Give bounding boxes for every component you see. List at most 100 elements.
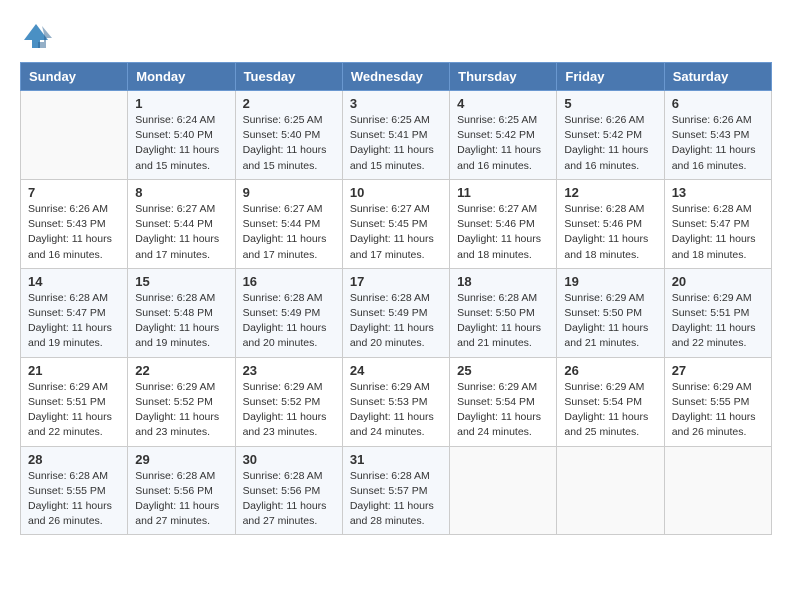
calendar-cell: 17 Sunrise: 6:28 AMSunset: 5:49 PMDayligh…	[342, 268, 449, 357]
calendar-cell	[557, 446, 664, 535]
calendar-cell: 27 Sunrise: 6:29 AMSunset: 5:55 PMDayligh…	[664, 357, 771, 446]
day-number: 22	[135, 363, 227, 378]
day-number: 2	[243, 96, 335, 111]
calendar-week-2: 7 Sunrise: 6:26 AMSunset: 5:43 PMDaylight…	[21, 179, 772, 268]
day-number: 9	[243, 185, 335, 200]
calendar-cell: 10 Sunrise: 6:27 AMSunset: 5:45 PMDayligh…	[342, 179, 449, 268]
day-number: 19	[564, 274, 656, 289]
calendar-cell: 31 Sunrise: 6:28 AMSunset: 5:57 PMDayligh…	[342, 446, 449, 535]
calendar-cell	[664, 446, 771, 535]
header-cell-thursday: Thursday	[450, 63, 557, 91]
calendar-cell	[450, 446, 557, 535]
calendar-cell: 13 Sunrise: 6:28 AMSunset: 5:47 PMDayligh…	[664, 179, 771, 268]
day-info: Sunrise: 6:29 AMSunset: 5:52 PMDaylight:…	[135, 380, 227, 441]
day-info: Sunrise: 6:28 AMSunset: 5:49 PMDaylight:…	[243, 291, 335, 352]
calendar-cell: 28 Sunrise: 6:28 AMSunset: 5:55 PMDayligh…	[21, 446, 128, 535]
day-number: 16	[243, 274, 335, 289]
header-cell-wednesday: Wednesday	[342, 63, 449, 91]
day-info: Sunrise: 6:25 AMSunset: 5:41 PMDaylight:…	[350, 113, 442, 174]
day-info: Sunrise: 6:28 AMSunset: 5:49 PMDaylight:…	[350, 291, 442, 352]
day-info: Sunrise: 6:28 AMSunset: 5:48 PMDaylight:…	[135, 291, 227, 352]
header-cell-friday: Friday	[557, 63, 664, 91]
calendar-cell: 4 Sunrise: 6:25 AMSunset: 5:42 PMDaylight…	[450, 91, 557, 180]
day-info: Sunrise: 6:29 AMSunset: 5:51 PMDaylight:…	[28, 380, 120, 441]
day-info: Sunrise: 6:28 AMSunset: 5:50 PMDaylight:…	[457, 291, 549, 352]
calendar-cell: 18Sunrise: 6:28 AMSunset: 5:50 PMDayligh…	[450, 268, 557, 357]
day-number: 21	[28, 363, 120, 378]
day-info: Sunrise: 6:28 AMSunset: 5:47 PMDaylight:…	[28, 291, 120, 352]
day-number: 3	[350, 96, 442, 111]
day-number: 20	[672, 274, 764, 289]
calendar-cell: 25 Sunrise: 6:29 AMSunset: 5:54 PMDayligh…	[450, 357, 557, 446]
day-info: Sunrise: 6:29 AMSunset: 5:50 PMDaylight:…	[564, 291, 656, 352]
day-number: 13	[672, 185, 764, 200]
day-number: 4	[457, 96, 549, 111]
calendar-cell: 22 Sunrise: 6:29 AMSunset: 5:52 PMDayligh…	[128, 357, 235, 446]
calendar-cell	[21, 91, 128, 180]
calendar-cell: 7 Sunrise: 6:26 AMSunset: 5:43 PMDaylight…	[21, 179, 128, 268]
day-number: 25	[457, 363, 549, 378]
day-number: 11	[457, 185, 549, 200]
day-info: Sunrise: 6:27 AMSunset: 5:45 PMDaylight:…	[350, 202, 442, 263]
day-info: Sunrise: 6:28 AMSunset: 5:56 PMDaylight:…	[243, 469, 335, 530]
day-info: Sunrise: 6:25 AMSunset: 5:42 PMDaylight:…	[457, 113, 549, 174]
day-number: 26	[564, 363, 656, 378]
header-row: SundayMondayTuesdayWednesdayThursdayFrid…	[21, 63, 772, 91]
day-info: Sunrise: 6:27 AMSunset: 5:46 PMDaylight:…	[457, 202, 549, 263]
day-info: Sunrise: 6:27 AMSunset: 5:44 PMDaylight:…	[135, 202, 227, 263]
day-number: 23	[243, 363, 335, 378]
day-number: 24	[350, 363, 442, 378]
calendar-cell: 30 Sunrise: 6:28 AMSunset: 5:56 PMDayligh…	[235, 446, 342, 535]
day-number: 6	[672, 96, 764, 111]
calendar-table: SundayMondayTuesdayWednesdayThursdayFrid…	[20, 62, 772, 535]
day-info: Sunrise: 6:28 AMSunset: 5:47 PMDaylight:…	[672, 202, 764, 263]
calendar-cell: 16 Sunrise: 6:28 AMSunset: 5:49 PMDayligh…	[235, 268, 342, 357]
calendar-cell: 14Sunrise: 6:28 AMSunset: 5:47 PMDayligh…	[21, 268, 128, 357]
calendar-cell: 9 Sunrise: 6:27 AMSunset: 5:44 PMDaylight…	[235, 179, 342, 268]
day-number: 15	[135, 274, 227, 289]
day-number: 30	[243, 452, 335, 467]
calendar-cell: 12Sunrise: 6:28 AMSunset: 5:46 PMDayligh…	[557, 179, 664, 268]
header-cell-monday: Monday	[128, 63, 235, 91]
day-info: Sunrise: 6:29 AMSunset: 5:54 PMDaylight:…	[457, 380, 549, 441]
day-number: 5	[564, 96, 656, 111]
calendar-cell: 29Sunrise: 6:28 AMSunset: 5:56 PMDayligh…	[128, 446, 235, 535]
day-number: 8	[135, 185, 227, 200]
day-info: Sunrise: 6:28 AMSunset: 5:57 PMDaylight:…	[350, 469, 442, 530]
header-cell-tuesday: Tuesday	[235, 63, 342, 91]
calendar-cell: 20 Sunrise: 6:29 AMSunset: 5:51 PMDayligh…	[664, 268, 771, 357]
calendar-week-1: 1 Sunrise: 6:24 AMSunset: 5:40 PMDaylight…	[21, 91, 772, 180]
calendar-cell: 6 Sunrise: 6:26 AMSunset: 5:43 PMDaylight…	[664, 91, 771, 180]
day-info: Sunrise: 6:28 AMSunset: 5:55 PMDaylight:…	[28, 469, 120, 530]
calendar-cell: 2 Sunrise: 6:25 AMSunset: 5:40 PMDaylight…	[235, 91, 342, 180]
day-number: 10	[350, 185, 442, 200]
day-info: Sunrise: 6:25 AMSunset: 5:40 PMDaylight:…	[243, 113, 335, 174]
day-number: 1	[135, 96, 227, 111]
calendar-cell: 24Sunrise: 6:29 AMSunset: 5:53 PMDayligh…	[342, 357, 449, 446]
day-info: Sunrise: 6:29 AMSunset: 5:52 PMDaylight:…	[243, 380, 335, 441]
calendar-cell: 19 Sunrise: 6:29 AMSunset: 5:50 PMDayligh…	[557, 268, 664, 357]
logo-icon	[20, 20, 52, 52]
calendar-week-4: 21 Sunrise: 6:29 AMSunset: 5:51 PMDayligh…	[21, 357, 772, 446]
day-number: 7	[28, 185, 120, 200]
day-number: 17	[350, 274, 442, 289]
day-number: 31	[350, 452, 442, 467]
day-info: Sunrise: 6:29 AMSunset: 5:55 PMDaylight:…	[672, 380, 764, 441]
day-number: 28	[28, 452, 120, 467]
day-info: Sunrise: 6:29 AMSunset: 5:51 PMDaylight:…	[672, 291, 764, 352]
day-info: Sunrise: 6:26 AMSunset: 5:43 PMDaylight:…	[28, 202, 120, 263]
day-number: 29	[135, 452, 227, 467]
calendar-body: 1 Sunrise: 6:24 AMSunset: 5:40 PMDaylight…	[21, 91, 772, 535]
calendar-cell: 26 Sunrise: 6:29 AMSunset: 5:54 PMDayligh…	[557, 357, 664, 446]
day-info: Sunrise: 6:27 AMSunset: 5:44 PMDaylight:…	[243, 202, 335, 263]
page-header	[20, 20, 772, 52]
day-number: 27	[672, 363, 764, 378]
header-cell-sunday: Sunday	[21, 63, 128, 91]
day-info: Sunrise: 6:26 AMSunset: 5:43 PMDaylight:…	[672, 113, 764, 174]
day-info: Sunrise: 6:29 AMSunset: 5:54 PMDaylight:…	[564, 380, 656, 441]
calendar-cell: 5 Sunrise: 6:26 AMSunset: 5:42 PMDaylight…	[557, 91, 664, 180]
day-info: Sunrise: 6:24 AMSunset: 5:40 PMDaylight:…	[135, 113, 227, 174]
calendar-header: SundayMondayTuesdayWednesdayThursdayFrid…	[21, 63, 772, 91]
calendar-cell: 3 Sunrise: 6:25 AMSunset: 5:41 PMDaylight…	[342, 91, 449, 180]
day-info: Sunrise: 6:26 AMSunset: 5:42 PMDaylight:…	[564, 113, 656, 174]
